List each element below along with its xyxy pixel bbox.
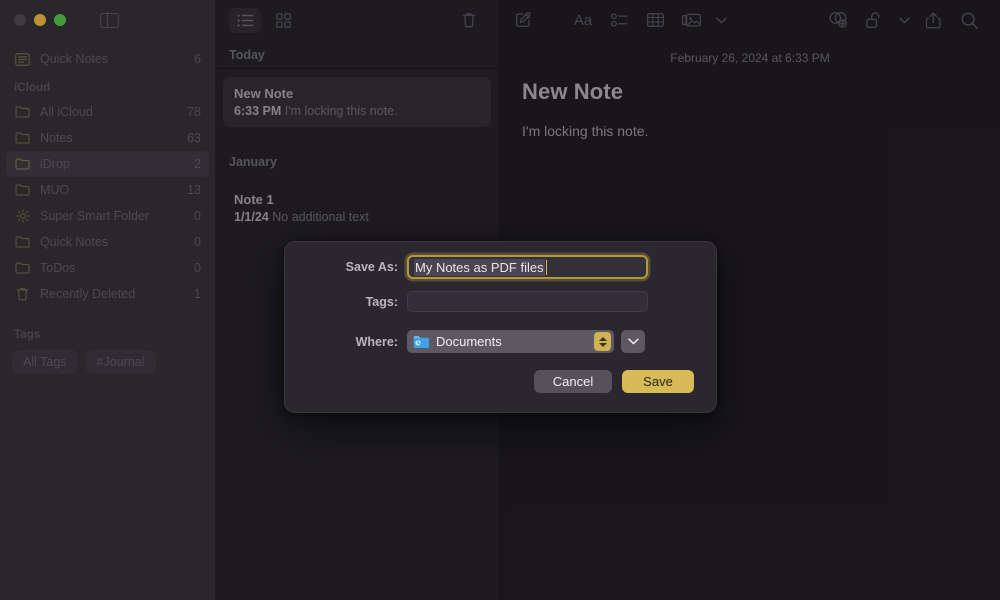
expand-browser-button[interactable] bbox=[621, 330, 645, 353]
where-value: Documents bbox=[436, 334, 502, 349]
tags-row: Tags: bbox=[285, 279, 716, 312]
where-select[interactable]: Documents bbox=[407, 330, 614, 353]
text-caret bbox=[545, 259, 548, 275]
tags-input[interactable] bbox=[407, 291, 648, 312]
tags-label: Tags: bbox=[365, 294, 398, 309]
documents-folder-icon bbox=[413, 335, 430, 349]
save-as-input-value: My Notes as PDF files bbox=[414, 258, 545, 276]
save-as-input[interactable]: My Notes as PDF files bbox=[407, 255, 648, 279]
notes-app-window: Quick Notes 6 iCloud All iCloud 78 Notes… bbox=[0, 0, 1000, 600]
where-row: Where: Documents bbox=[285, 312, 716, 353]
stepper-down-icon bbox=[598, 342, 607, 347]
save-as-dialog: Save As: My Notes as PDF files Tags: Whe… bbox=[284, 241, 717, 413]
dialog-actions: Cancel Save bbox=[285, 353, 716, 393]
where-label: Where: bbox=[355, 334, 398, 349]
where-stepper[interactable] bbox=[594, 332, 611, 351]
save-button[interactable]: Save bbox=[622, 370, 694, 393]
save-as-label: Save As: bbox=[345, 260, 398, 274]
chevron-down-icon bbox=[627, 338, 639, 345]
cancel-button[interactable]: Cancel bbox=[534, 370, 612, 393]
stepper-up-icon bbox=[598, 336, 607, 341]
save-as-row: Save As: My Notes as PDF files bbox=[285, 242, 716, 279]
